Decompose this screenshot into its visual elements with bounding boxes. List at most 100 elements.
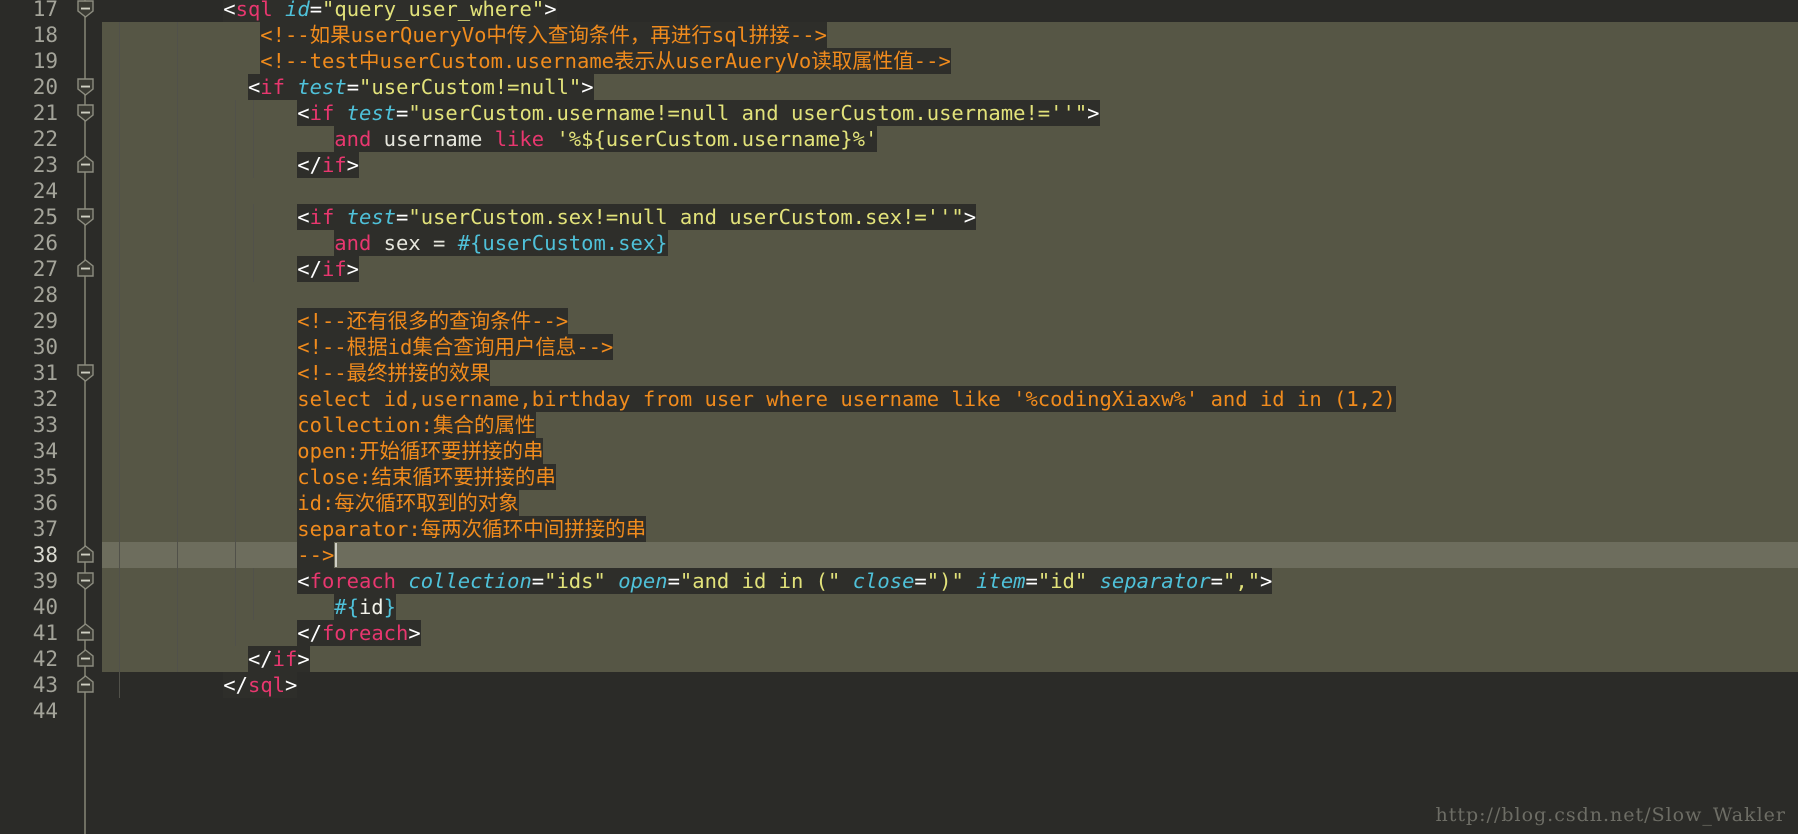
code-line-content[interactable]: <!--根据id集合查询用户信息--> bbox=[297, 334, 614, 360]
token-punct: < bbox=[247, 75, 261, 99]
token-str: "and id in (" bbox=[679, 569, 841, 593]
line-number: 26 bbox=[32, 231, 58, 255]
indent-guide-4 bbox=[253, 100, 254, 178]
token-punct: </ bbox=[297, 153, 322, 177]
code-line-content[interactable]: <if test="userCustom.sex!=null and userC… bbox=[297, 204, 977, 230]
code-line-content[interactable]: <!--最终拼接的效果 bbox=[297, 360, 491, 386]
collapse-end-icon[interactable] bbox=[76, 649, 95, 668]
collapse-icon[interactable] bbox=[76, 0, 95, 18]
code-line-content[interactable]: </if> bbox=[297, 256, 359, 282]
code-line-content[interactable]: id:每次循环取到的对象 bbox=[297, 490, 519, 516]
line-number: 18 bbox=[32, 23, 58, 47]
code-line-content[interactable]: <sql id="query_user_where"> bbox=[223, 0, 557, 22]
line-number: 21 bbox=[32, 101, 58, 125]
token-el: } bbox=[383, 595, 396, 619]
token-punct: > bbox=[297, 647, 310, 671]
token-plain: sex = bbox=[371, 231, 458, 255]
collapse-icon[interactable] bbox=[76, 103, 95, 122]
code-line-content[interactable]: <!--还有很多的查询条件--> bbox=[297, 308, 569, 334]
line-number: 19 bbox=[32, 49, 58, 73]
collapse-end-icon[interactable] bbox=[76, 623, 95, 642]
code-line-content[interactable]: and username like '%${userCustom.usernam… bbox=[334, 126, 878, 152]
token-tag: if bbox=[309, 101, 335, 125]
token-comment: <!--test中userCustom.username表示从userAuery… bbox=[260, 49, 951, 73]
token-attr: separator bbox=[1099, 569, 1211, 593]
collapse-icon[interactable] bbox=[76, 571, 95, 590]
line-number: 28 bbox=[32, 283, 58, 307]
collapse-end-icon[interactable] bbox=[76, 545, 95, 564]
token-attr: id bbox=[285, 0, 310, 21]
code-line-content[interactable]: and sex = #{userCustom.sex} bbox=[334, 230, 668, 256]
indent-guide-4c bbox=[253, 568, 254, 620]
code-line-content[interactable]: <!--test中userCustom.username表示从userAuery… bbox=[260, 48, 951, 74]
line-number: 44 bbox=[32, 699, 58, 723]
token-eq: = bbox=[396, 101, 409, 125]
code-line-content[interactable]: open:开始循环要拼接的串 bbox=[297, 438, 544, 464]
token-comment: collection:集合的属性 bbox=[297, 413, 536, 437]
code-line-content[interactable]: </if> bbox=[297, 152, 359, 178]
token-plain: username bbox=[371, 127, 495, 151]
line-number: 17 bbox=[32, 0, 58, 21]
line-number: 33 bbox=[32, 413, 58, 437]
code-line-content[interactable]: </sql> bbox=[223, 672, 298, 698]
code-folding-gutter[interactable] bbox=[68, 0, 102, 834]
token-eq: = bbox=[1210, 569, 1224, 593]
code-line-content[interactable]: #{id} bbox=[334, 594, 396, 620]
code-line-content[interactable]: <foreach collection="ids" open="and id i… bbox=[297, 568, 1273, 594]
token-comment: <!--根据id集合查询用户信息--> bbox=[297, 335, 614, 359]
collapse-end-icon[interactable] bbox=[76, 259, 95, 278]
token-str: "," bbox=[1223, 569, 1261, 593]
collapse-icon[interactable] bbox=[76, 77, 95, 96]
token-attr: test bbox=[346, 205, 397, 229]
token-comment: select id,username,birthday from user wh… bbox=[297, 387, 1396, 411]
code-line-content[interactable]: </if> bbox=[247, 646, 310, 672]
token-attr: test bbox=[297, 75, 347, 99]
code-line-content[interactable]: collection:集合的属性 bbox=[297, 412, 536, 438]
token-punct: > bbox=[963, 205, 977, 229]
token-punct: </ bbox=[297, 621, 322, 645]
line-number: 20 bbox=[32, 75, 58, 99]
line-number: 23 bbox=[32, 153, 58, 177]
code-line-content[interactable]: <if test="userCustom!=null"> bbox=[247, 74, 594, 100]
token-punct: < bbox=[297, 569, 310, 593]
collapse-icon[interactable] bbox=[76, 207, 95, 226]
code-line-content[interactable]: separator:每两次循环中间拼接的串 bbox=[297, 516, 647, 542]
code-line-content[interactable]: <!--如果userQueryVo中传入查询条件，再进行sql拼接--> bbox=[260, 22, 827, 48]
token-comment: <!--如果userQueryVo中传入查询条件，再进行sql拼接--> bbox=[260, 23, 827, 47]
indent-guide-3 bbox=[235, 100, 236, 646]
line-number: 42 bbox=[32, 647, 58, 671]
token-comment: id:每次循环取到的对象 bbox=[297, 491, 519, 515]
token-str: "id" bbox=[1037, 569, 1088, 593]
code-line-content[interactable]: select id,username,birthday from user wh… bbox=[297, 386, 1396, 412]
token-attr: collection bbox=[408, 569, 532, 593]
collapse-icon[interactable] bbox=[76, 363, 95, 382]
token-tag: sql bbox=[235, 0, 273, 21]
code-line-content[interactable]: close:结束循环要拼接的串 bbox=[297, 464, 556, 490]
token-punct: > bbox=[285, 673, 298, 697]
code-line-content[interactable]: </foreach> bbox=[297, 620, 421, 646]
token-tag: if bbox=[260, 75, 285, 99]
token-eq: = bbox=[396, 205, 409, 229]
code-line-content[interactable]: <if test="userCustom.username!=null and … bbox=[297, 100, 1100, 126]
token-tag: foreach bbox=[321, 621, 409, 645]
token-punct: > bbox=[346, 257, 359, 281]
code-editor[interactable]: <sql id="query_user_where"> <!--如果userQue… bbox=[0, 0, 1798, 834]
token-punct: < bbox=[297, 101, 310, 125]
line-number: 39 bbox=[32, 569, 58, 593]
line-number: 25 bbox=[32, 205, 58, 229]
token-punct: < bbox=[223, 0, 236, 21]
code-line-content[interactable]: --> bbox=[297, 542, 335, 568]
collapse-end-icon[interactable] bbox=[76, 155, 95, 174]
line-number: 34 bbox=[32, 439, 58, 463]
token-tag: foreach bbox=[309, 569, 397, 593]
code-text-layer[interactable]: <sql id="query_user_where"> <!--如果userQue… bbox=[0, 0, 1798, 834]
token-el: #{userCustom.sex} bbox=[457, 231, 668, 255]
token-white: id bbox=[358, 595, 384, 619]
token-eq: = bbox=[346, 75, 360, 99]
token-attr: item bbox=[976, 569, 1026, 593]
collapse-end-icon[interactable] bbox=[76, 675, 95, 694]
